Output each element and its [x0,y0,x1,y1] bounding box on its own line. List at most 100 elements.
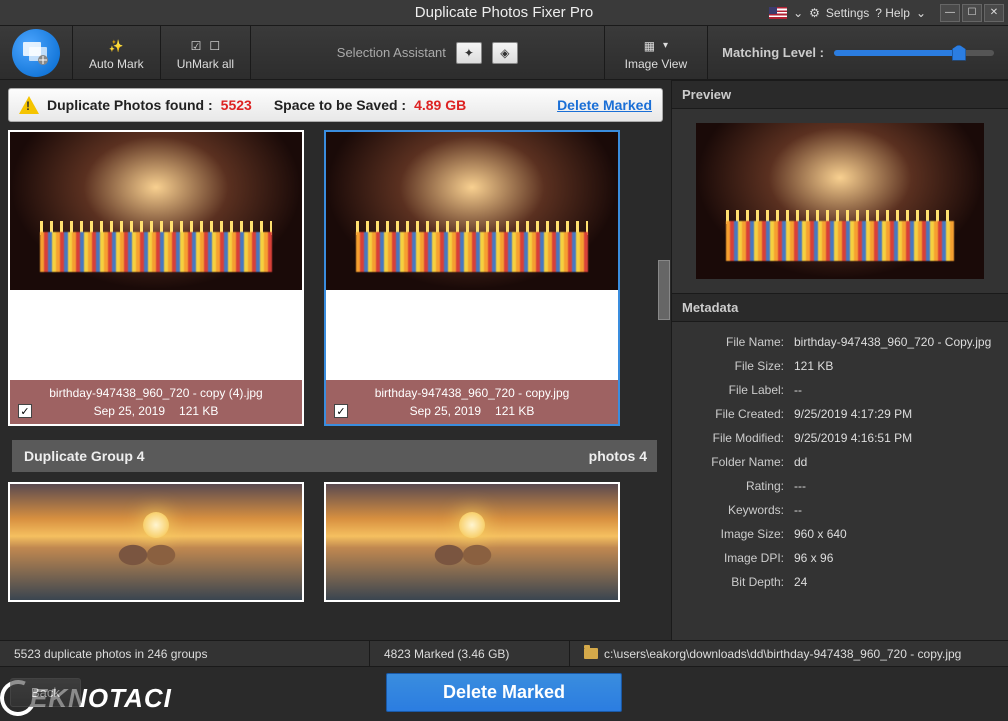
metadata-value: 121 KB [794,359,996,373]
unmark-label: UnMark all [177,57,234,71]
toolbar: ✨ Auto Mark ☑ ☐ UnMark all Selection Assi… [0,26,1008,80]
metadata-row: File Size:121 KB [684,354,996,378]
scrollbar[interactable] [657,130,671,640]
metadata-key: Folder Name: [684,455,794,469]
photo-size: 121 KB [179,404,218,418]
warning-icon [19,96,39,114]
delete-marked-button[interactable]: Delete Marked [386,673,622,712]
metadata-value: 96 x 96 [794,551,996,565]
checkbox-icon: ☑ [191,39,202,53]
app-logo [0,26,72,79]
minimize-button[interactable]: — [940,4,960,22]
preview-header: Preview [672,80,1008,109]
metadata-row: Rating:--- [684,474,996,498]
auto-mark-button[interactable]: ✨ Auto Mark [72,26,160,79]
photo-card[interactable] [8,482,304,602]
metadata-row: Keywords:-- [684,498,996,522]
photo-date: Sep 25, 2019 [94,404,165,418]
found-label: Duplicate Photos found : [47,97,213,113]
metadata-row: File Label:-- [684,378,996,402]
status-path: c:\users\eakorg\downloads\dd\birthday-94… [604,647,961,661]
delete-marked-link[interactable]: Delete Marked [557,97,652,113]
metadata-value: -- [794,503,996,517]
metadata-value: 960 x 640 [794,527,996,541]
photo-filename: birthday-947438_960_720 - copy (4).jpg [18,386,294,400]
photo-thumbnail[interactable] [326,484,618,600]
metadata-key: File Label: [684,383,794,397]
photo-date: Sep 25, 2019 [410,404,481,418]
slider-thumb[interactable] [952,45,966,61]
photo-checkbox[interactable]: ✓ [18,404,32,418]
metadata-row: File Created:9/25/2019 4:17:29 PM [684,402,996,426]
metadata-value: dd [794,455,996,469]
scrollbar-thumb[interactable] [658,260,670,320]
wand-icon: ✨ [109,39,124,53]
auto-mark-label: Auto Mark [89,57,144,71]
space-value: 4.89 GB [414,97,466,113]
assistant-wand-button[interactable]: ✦ [456,42,482,64]
photo-checkbox[interactable]: ✓ [334,404,348,418]
selection-assistant-label: Selection Assistant [337,45,446,60]
flag-icon[interactable] [769,7,787,19]
metadata-value: 24 [794,575,996,589]
metadata-key: File Size: [684,359,794,373]
info-bar: Duplicate Photos found : 5523 Space to b… [8,88,663,122]
photo-thumbnail[interactable] [10,484,302,600]
metadata-value: --- [794,479,996,493]
status-summary: 5523 duplicate photos in 246 groups [14,647,207,661]
matching-level-label: Matching Level : [722,45,824,60]
group-count: photos 4 [589,448,647,464]
chevron-down-icon[interactable]: ⌄ [793,6,803,20]
photo-card[interactable]: birthday-947438_960_720 - copy.jpg ✓ Sep… [324,130,620,426]
metadata-row: Bit Depth:24 [684,570,996,594]
metadata-value: 9/25/2019 4:17:29 PM [794,407,996,421]
photo-filename: birthday-947438_960_720 - copy.jpg [334,386,610,400]
space-label: Space to be Saved : [274,97,406,113]
image-view-button[interactable]: ▦ ▾ Image View [604,26,707,79]
photo-thumbnail[interactable] [326,132,618,290]
metadata-key: Bit Depth: [684,575,794,589]
metadata-key: Keywords: [684,503,794,517]
selection-assistant-group: Selection Assistant ✦ ◈ [250,26,604,79]
window-title: Duplicate Photos Fixer Pro [254,4,754,21]
maximize-button[interactable]: ☐ [962,4,982,22]
photo-card[interactable] [324,482,620,602]
photo-size: 121 KB [495,404,534,418]
image-view-label: Image View [625,57,687,71]
metadata-value: birthday-947438_960_720 - Copy.jpg [794,335,996,349]
metadata-key: File Modified: [684,431,794,445]
settings-link[interactable]: Settings [826,6,869,20]
help-link[interactable]: ? Help [875,6,910,20]
close-button[interactable]: ✕ [984,4,1004,22]
group-title: Duplicate Group 4 [24,448,145,464]
found-count: 5523 [221,97,252,113]
group-header[interactable]: Duplicate Group 4 photos 4 [12,440,659,472]
grid-icon: ▦ [644,39,655,53]
chevron-down-icon: ▾ [663,40,668,51]
folder-icon [584,648,598,659]
gear-icon[interactable]: ⚙ [809,6,820,20]
preview-box [672,109,1008,293]
metadata-row: Folder Name:dd [684,450,996,474]
status-marked: 4823 Marked (3.46 GB) [384,647,509,661]
matching-level-slider[interactable] [834,50,994,56]
photo-thumbnail[interactable] [10,132,302,290]
photo-card[interactable]: birthday-947438_960_720 - copy (4).jpg ✓… [8,130,304,426]
metadata-value: -- [794,383,996,397]
metadata-key: File Name: [684,335,794,349]
assistant-erase-button[interactable]: ◈ [492,42,518,64]
metadata-row: File Modified:9/25/2019 4:16:51 PM [684,426,996,450]
unmark-all-button[interactable]: ☑ ☐ UnMark all [160,26,250,79]
metadata-row: Image DPI:96 x 96 [684,546,996,570]
metadata-row: File Name:birthday-947438_960_720 - Copy… [684,330,996,354]
metadata-key: Rating: [684,479,794,493]
empty-box-icon: ☐ [209,39,220,53]
back-button[interactable]: Back [10,678,81,707]
metadata-key: File Created: [684,407,794,421]
metadata-header: Metadata [672,293,1008,322]
metadata-key: Image DPI: [684,551,794,565]
metadata-key: Image Size: [684,527,794,541]
title-bar: Duplicate Photos Fixer Pro ⌄ ⚙ Settings … [0,0,1008,26]
bottom-bar: EKNOTACI Back Delete Marked [0,666,1008,718]
chevron-down-icon[interactable]: ⌄ [916,6,926,20]
